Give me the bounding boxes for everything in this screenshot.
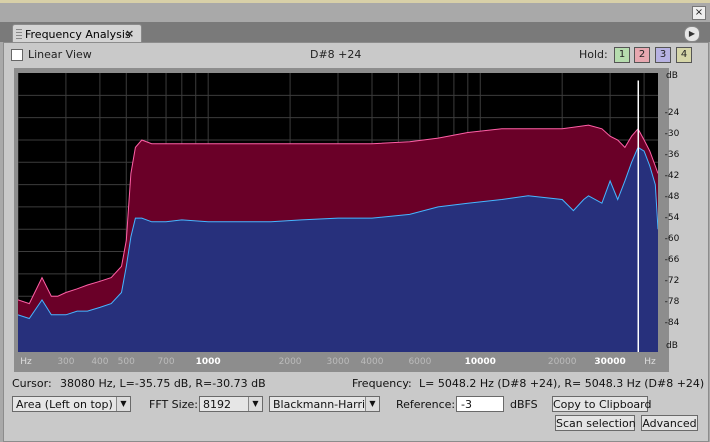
tab-frequency-analysis[interactable]: Frequency Analysis × — [12, 24, 142, 43]
tab-title: Frequency Analysis — [25, 28, 131, 41]
display-mode-select[interactable]: Area (Left on top) ▼ — [12, 396, 131, 412]
db-tick-label: -66 — [664, 255, 680, 265]
frequency-tick-label: 2000 — [278, 357, 302, 367]
fft-size-value: 8192 — [203, 398, 231, 411]
advanced-button[interactable]: Advanced — [641, 415, 698, 431]
db-tick-label: -84 — [664, 318, 680, 328]
dropdown-arrow-icon[interactable]: ▼ — [365, 397, 379, 411]
db-tick-label: -36 — [664, 150, 680, 160]
frequency-label: Frequency: — [352, 377, 412, 390]
frequency-tick-label: 700 — [157, 357, 175, 367]
cursor-readout: 38080 Hz, L=-35.75 dB, R=-30.73 dB — [60, 377, 266, 390]
copy-to-clipboard-button[interactable]: Copy to Clipboard — [552, 396, 651, 412]
window-function-select[interactable]: Blackmann-Harris ▼ — [269, 396, 380, 412]
db-tick-label: -48 — [664, 192, 680, 202]
db-tick-label: dB — [666, 71, 678, 81]
frequency-analysis-window: × Frequency Analysis × ▶ Linear View D#8… — [0, 0, 710, 442]
dropdown-arrow-icon[interactable]: ▼ — [248, 397, 262, 411]
reference-label: Reference: — [396, 398, 456, 411]
db-tick-label: -30 — [664, 129, 680, 139]
dropdown-arrow-icon[interactable]: ▼ — [116, 397, 130, 411]
frequency-tick-label: 10000 — [464, 357, 496, 367]
scan-selection-button[interactable]: Scan selection — [555, 415, 636, 431]
frequency-tick-label: Hz — [20, 357, 32, 367]
display-mode-value: Area (Left on top) — [16, 398, 113, 411]
hold-button-4[interactable]: 4 — [676, 47, 692, 63]
db-tick-label: -24 — [664, 108, 680, 118]
hold-button-3[interactable]: 3 — [655, 47, 671, 63]
linear-view-label[interactable]: Linear View — [28, 48, 92, 61]
note-readout: D#8 +24 — [310, 48, 362, 61]
frequency-tick-label: 3000 — [326, 357, 350, 367]
hold-button-2[interactable]: 2 — [634, 47, 650, 63]
spectrum-plot[interactable] — [18, 73, 658, 352]
db-tick-label: -60 — [664, 234, 680, 244]
reference-unit: dBFS — [510, 398, 538, 411]
close-panel-icon[interactable]: × — [692, 6, 706, 20]
frequency-tick-label: Hz — [644, 357, 656, 367]
frequency-tick-label: 4000 — [360, 357, 384, 367]
fft-size-label: FFT Size: — [149, 398, 198, 411]
frequency-tick-label: 20000 — [547, 357, 577, 367]
reference-input[interactable]: -3 — [456, 396, 504, 412]
window-function-value: Blackmann-Harris — [273, 398, 371, 411]
frequency-tick-label: 1000 — [195, 357, 221, 367]
db-tick-label: -72 — [664, 276, 680, 286]
frequency-tick-label: 500 — [117, 357, 135, 367]
db-tick-label: -54 — [664, 213, 680, 223]
db-tick-label: -78 — [664, 297, 680, 307]
frequency-tick-label: 30000 — [594, 357, 626, 367]
window-top-edge — [0, 0, 710, 3]
frequency-tick-label: 6000 — [408, 357, 432, 367]
fft-size-select[interactable]: 8192 ▼ — [199, 396, 263, 412]
db-tick-label: dB — [666, 341, 678, 351]
frequency-tick-label: 400 — [91, 357, 109, 367]
panel-menu-icon[interactable]: ▶ — [684, 26, 700, 42]
cursor-label: Cursor: — [12, 377, 52, 390]
frequency-readout: L= 5048.2 Hz (D#8 +24), R= 5048.3 Hz (D#… — [419, 377, 705, 390]
hold-label: Hold: — [579, 48, 608, 61]
hold-button-1[interactable]: 1 — [614, 47, 630, 63]
frequency-tick-label: 300 — [57, 357, 75, 367]
drag-grip-icon[interactable] — [16, 29, 22, 39]
db-tick-label: -42 — [664, 171, 680, 181]
tab-close-icon[interactable]: × — [125, 27, 134, 40]
linear-view-checkbox[interactable] — [11, 49, 23, 61]
